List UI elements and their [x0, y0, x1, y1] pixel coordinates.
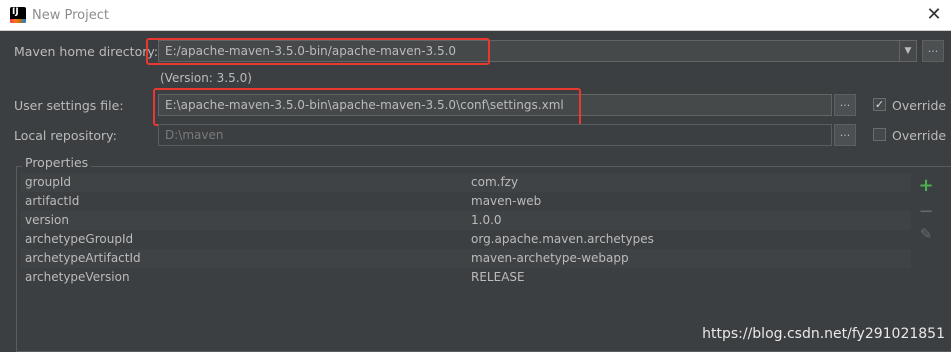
property-key: groupId — [25, 175, 72, 189]
property-key: archetypeGroupId — [25, 232, 134, 246]
property-key: archetypeVersion — [25, 270, 130, 284]
property-value: 1.0.0 — [471, 213, 502, 227]
local-repository-input[interactable]: D:\maven — [158, 124, 832, 146]
window-title: New Project — [32, 8, 109, 23]
table-row[interactable]: groupId com.fzy — [21, 173, 911, 192]
property-key: version — [25, 213, 69, 227]
property-value: com.fzy — [471, 175, 519, 189]
maven-version-text: (Version: 3.5.0) — [160, 71, 252, 85]
close-button[interactable]: ✕ — [923, 5, 945, 25]
property-value: org.apache.maven.archetypes — [471, 232, 654, 246]
edit-icon[interactable]: ✎ — [912, 225, 940, 243]
user-settings-label: User settings file: — [14, 98, 124, 113]
maven-home-label: Maven home directory: — [14, 44, 159, 59]
title-bar: IJ New Project ✕ — [0, 0, 951, 31]
user-settings-override-checkbox[interactable]: ✓ — [873, 98, 886, 111]
watermark-text: https://blog.csdn.net/fy291021851 — [702, 326, 945, 342]
property-value: maven-archetype-webapp — [471, 251, 629, 265]
local-repository-override-label: Override — [892, 128, 947, 143]
local-repository-override-checkbox[interactable] — [873, 128, 886, 141]
property-value: RELEASE — [471, 270, 525, 284]
properties-table: groupId com.fzy artifactId maven-web ver… — [21, 173, 911, 287]
property-key: artifactId — [25, 194, 80, 208]
maven-home-browse-button[interactable]: ... — [922, 40, 944, 62]
intellij-icon: IJ — [10, 7, 26, 23]
table-row[interactable]: version 1.0.0 — [21, 211, 911, 230]
user-settings-override-label: Override — [892, 98, 947, 113]
property-value: maven-web — [471, 194, 542, 208]
add-icon[interactable]: + — [912, 175, 940, 196]
table-row[interactable]: archetypeArtifactId maven-archetype-weba… — [21, 249, 911, 268]
table-row[interactable]: archetypeVersion RELEASE — [21, 268, 911, 287]
local-repository-label: Local repository: — [14, 128, 117, 143]
table-row[interactable]: archetypeGroupId org.apache.maven.archet… — [21, 230, 911, 249]
local-repository-browse-button[interactable]: ... — [834, 124, 856, 146]
property-key: archetypeArtifactId — [25, 251, 141, 265]
remove-icon[interactable]: − — [912, 201, 940, 222]
user-settings-input[interactable]: E:\apache-maven-3.5.0-bin\apache-maven-3… — [158, 94, 832, 116]
user-settings-browse-button[interactable]: ... — [834, 94, 856, 116]
table-row[interactable]: artifactId maven-web — [21, 192, 911, 211]
maven-home-input[interactable]: E:/apache-maven-3.5.0-bin/apache-maven-3… — [158, 40, 900, 62]
maven-home-dropdown-button[interactable]: ▼ — [899, 40, 917, 62]
properties-title: Properties — [22, 155, 92, 170]
